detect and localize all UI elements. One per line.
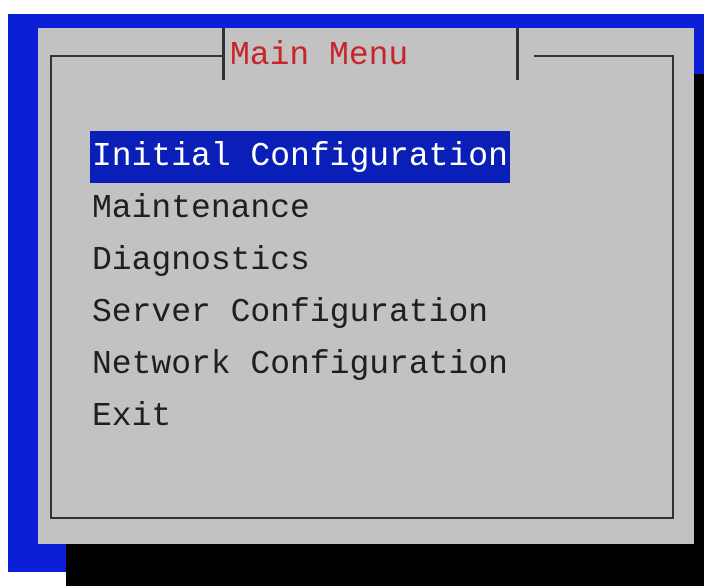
menu-item-server-configuration[interactable]: Server Configuration [90, 287, 510, 339]
title-right-bracket [516, 28, 519, 80]
title-left-bracket [222, 28, 225, 80]
terminal-screen: Main Menu Initial Configuration Maintena… [0, 0, 704, 586]
main-menu-dialog: Main Menu Initial Configuration Maintena… [38, 28, 694, 544]
menu-item-network-configuration[interactable]: Network Configuration [90, 339, 510, 391]
menu-item-initial-configuration[interactable]: Initial Configuration [90, 131, 510, 183]
menu-item-exit[interactable]: Exit [90, 391, 510, 443]
menu-item-maintenance[interactable]: Maintenance [90, 183, 510, 235]
menu-item-diagnostics[interactable]: Diagnostics [90, 235, 510, 287]
dialog-title: Main Menu [230, 37, 409, 74]
console-background: Main Menu Initial Configuration Maintena… [8, 14, 704, 586]
main-menu-list: Initial Configuration Maintenance Diagno… [90, 131, 510, 443]
